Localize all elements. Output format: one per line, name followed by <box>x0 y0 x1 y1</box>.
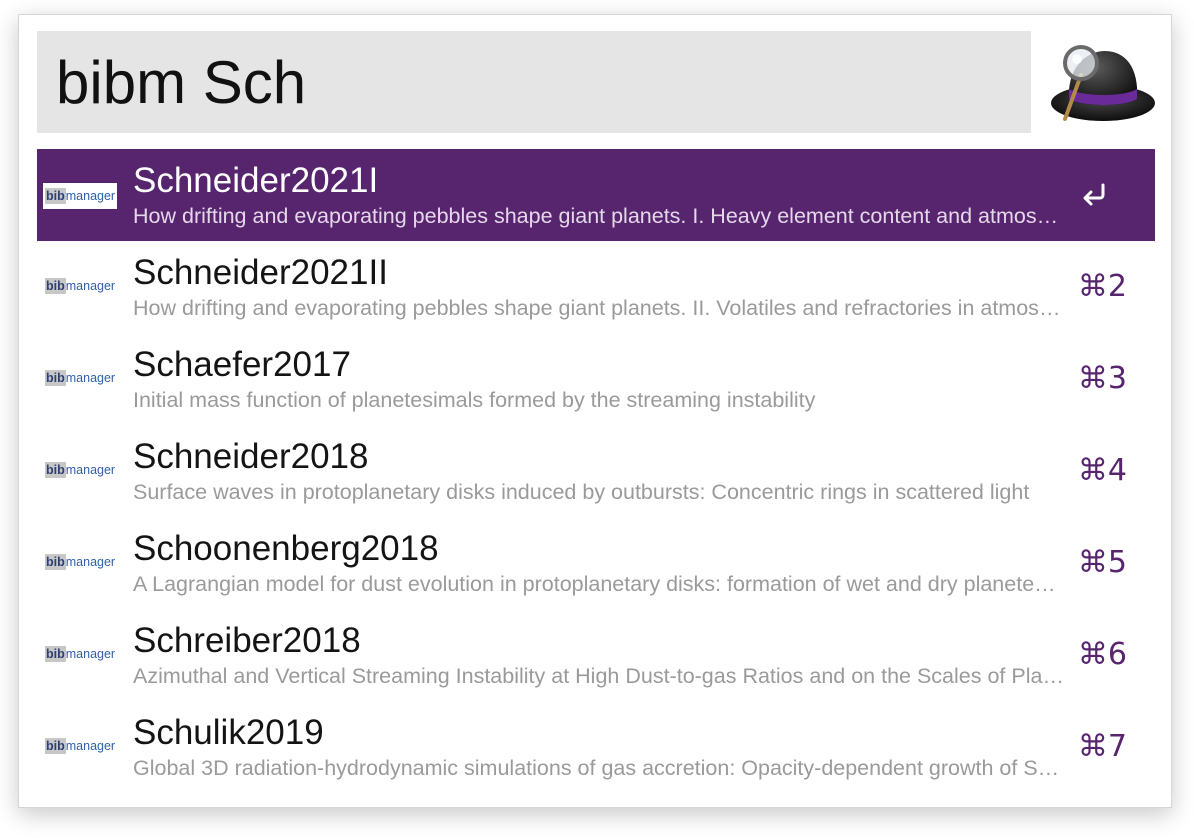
bibmanager-icon-manager: manager <box>65 647 116 661</box>
result-subtitle: How drifting and evaporating pebbles sha… <box>133 296 1065 320</box>
bibmanager-icon: bib manager <box>43 183 118 209</box>
bibmanager-icon: bib manager <box>45 735 125 757</box>
result-title: Schaefer2017 <box>133 345 351 384</box>
result-subtitle: Surface waves in protoplanetary disks in… <box>133 480 1030 504</box>
result-subtitle: A Lagrangian model for dust evolution in… <box>133 572 1065 596</box>
bibmanager-icon-manager: manager <box>65 189 116 203</box>
search-input[interactable] <box>56 42 1016 122</box>
result-row[interactable]: bib manager Schaefer2017 Initial mass fun… <box>37 333 1155 425</box>
bibmanager-icon: bib manager <box>45 275 125 297</box>
bibmanager-icon-manager: manager <box>65 739 116 753</box>
result-row[interactable]: bib manager Schneider2018 Surface waves i… <box>37 425 1155 517</box>
bibmanager-icon-manager: manager <box>65 279 116 293</box>
bibmanager-icon-bib: bib <box>45 738 66 754</box>
bibmanager-icon: bib manager <box>45 367 125 389</box>
result-title: Schneider2021II <box>133 253 388 292</box>
bibmanager-icon-bib: bib <box>45 462 66 478</box>
alfred-hat-icon[interactable] <box>1047 37 1157 129</box>
return-key-icon <box>1083 183 1105 206</box>
bibmanager-icon-bib: bib <box>45 370 66 386</box>
result-title: Schulik2019 <box>133 713 324 752</box>
result-row[interactable]: bib manager Schulik2019 Global 3D radiati… <box>37 701 1155 793</box>
result-title: Schneider2021I <box>133 161 379 200</box>
result-subtitle: How drifting and evaporating pebbles sha… <box>133 204 1065 228</box>
result-subtitle: Initial mass function of planetesimals f… <box>133 388 816 412</box>
bibmanager-icon-bib: bib <box>45 188 66 204</box>
result-shortcut: ⌘5 <box>1077 545 1127 580</box>
result-title: Schoonenberg2018 <box>133 529 439 568</box>
result-row[interactable]: bib manager Schneider2021I How drifting a… <box>37 149 1155 241</box>
bibmanager-icon-bib: bib <box>45 278 66 294</box>
result-shortcut: ⌘3 <box>1077 361 1127 396</box>
result-shortcut: ⌘6 <box>1077 637 1127 672</box>
search-bar[interactable] <box>37 31 1031 133</box>
bibmanager-icon-manager: manager <box>65 463 116 477</box>
result-shortcut: ⌘4 <box>1077 453 1127 488</box>
bibmanager-icon: bib manager <box>45 459 125 481</box>
bibmanager-icon: bib manager <box>45 551 125 573</box>
result-row[interactable]: bib manager Schneider2021II How drifting … <box>37 241 1155 333</box>
result-shortcut: ⌘7 <box>1077 729 1127 764</box>
launcher-window: bibmanager Schneider2021I How drifting a… <box>18 14 1172 808</box>
bibmanager-icon: bib manager <box>45 643 125 665</box>
result-subtitle: Azimuthal and Vertical Streaming Instabi… <box>133 664 1065 688</box>
bibmanager-icon-bib: bib <box>45 554 66 570</box>
bibmanager-icon-manager: manager <box>65 555 116 569</box>
results-list: bib manager Schneider2021I How drifting a… <box>37 149 1155 793</box>
result-title: Schneider2018 <box>133 437 369 476</box>
bibmanager-icon-manager: manager <box>65 371 116 385</box>
result-row[interactable]: bib manager Schoonenberg2018 A Lagrangian… <box>37 517 1155 609</box>
result-shortcut: ⌘2 <box>1077 269 1127 304</box>
result-row[interactable]: bib manager Schreiber2018 Azimuthal and V… <box>37 609 1155 701</box>
result-title: Schreiber2018 <box>133 621 361 660</box>
bibmanager-icon-bib: bib <box>45 646 66 662</box>
result-subtitle: Global 3D radiation-hydrodynamic simulat… <box>133 756 1065 780</box>
